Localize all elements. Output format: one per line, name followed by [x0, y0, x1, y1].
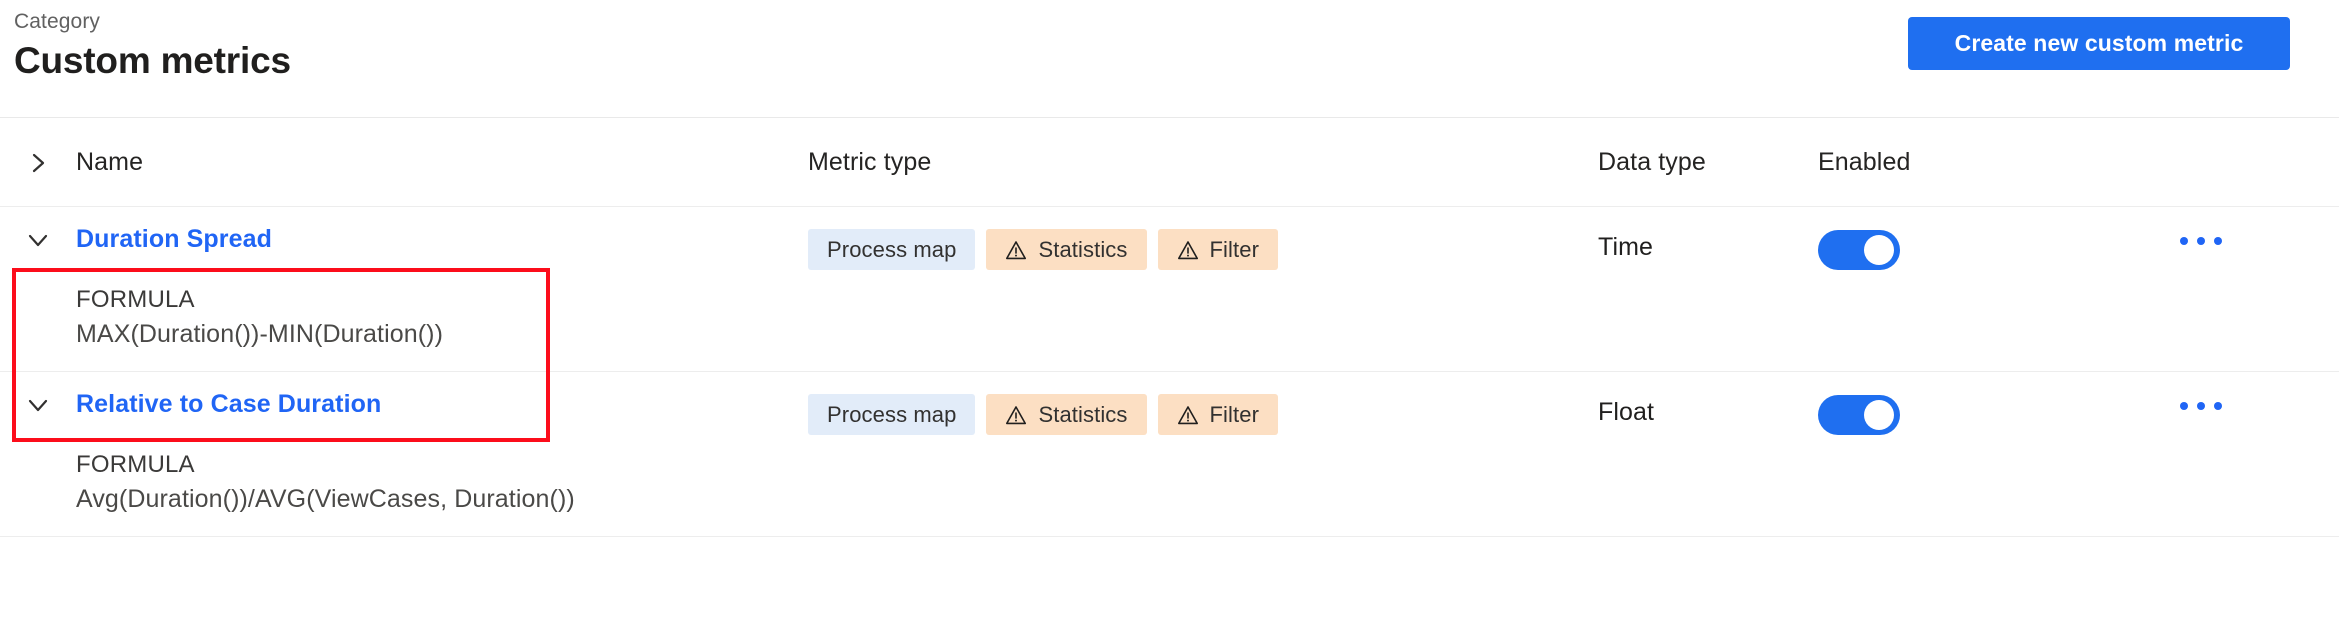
column-header-data-type[interactable]: Data type	[1598, 148, 1818, 177]
row-name-cell: Relative to Case Duration FORMULA Avg(Du…	[76, 372, 808, 536]
metric-name-link[interactable]: Duration Spread	[76, 225, 272, 254]
enabled-toggle[interactable]	[1818, 395, 1900, 435]
chevron-right-icon[interactable]	[25, 150, 51, 176]
ellipsis-dot	[2197, 402, 2205, 410]
warning-triangle-icon	[1177, 240, 1198, 259]
ellipsis-dot	[2180, 237, 2188, 245]
row-name-cell: Duration Spread FORMULA MAX(Duration())-…	[76, 207, 808, 371]
ellipsis-dot	[2214, 402, 2222, 410]
enabled-toggle-wrap	[1818, 372, 2158, 435]
formula-value: MAX(Duration())-MIN(Duration())	[76, 320, 444, 348]
row-actions-cell	[2158, 207, 2339, 371]
row-enabled-cell	[1818, 372, 2158, 536]
enabled-toggle[interactable]	[1818, 230, 1900, 270]
warning-triangle-icon	[1177, 405, 1198, 424]
badge-statistics: Statistics	[986, 394, 1147, 435]
badge-filter: Filter	[1157, 394, 1279, 435]
badge-label: Filter	[1209, 401, 1260, 427]
formula-value: Avg(Duration())/AVG(ViewCases, Duration(…	[76, 485, 575, 513]
toggle-knob	[1864, 235, 1894, 265]
badge-label: Statistics	[1038, 236, 1128, 262]
badge-label: Process map	[827, 401, 957, 427]
column-header-metric-type[interactable]: Metric type	[808, 148, 1598, 177]
badge-process-map: Process map	[808, 229, 976, 270]
badge-statistics: Statistics	[986, 229, 1147, 270]
row-enabled-cell	[1818, 207, 2158, 371]
metric-name-link[interactable]: Relative to Case Duration	[76, 390, 381, 419]
ellipsis-dot	[2214, 237, 2222, 245]
data-type-value: Time	[1598, 233, 1654, 261]
metric-type-badges: Process map Statistics Filter	[808, 207, 1598, 270]
header-text-block: Category Custom metrics	[14, 8, 291, 84]
badge-label: Filter	[1209, 236, 1260, 262]
ellipsis-horizontal-icon[interactable]	[2180, 372, 2240, 536]
warning-triangle-icon	[1006, 405, 1027, 424]
badge-process-map: Process map	[808, 394, 976, 435]
table-header-row: Name Metric type Data type Enabled	[0, 118, 2339, 206]
row-data-type-cell: Time	[1598, 207, 1818, 371]
warning-triangle-icon	[1006, 240, 1027, 259]
metric-type-badges: Process map Statistics Filter	[808, 372, 1598, 435]
table-row: Relative to Case Duration FORMULA Avg(Du…	[0, 371, 2339, 537]
formula-label: FORMULA	[76, 451, 195, 478]
row-metric-type-cell: Process map Statistics Filter	[808, 207, 1598, 371]
row-actions-cell	[2158, 372, 2339, 536]
data-type-value: Float	[1598, 398, 1655, 426]
badge-label: Statistics	[1038, 401, 1128, 427]
row-data-type-cell: Float	[1598, 372, 1818, 536]
expand-all-cell[interactable]	[0, 148, 76, 176]
row-metric-type-cell: Process map Statistics Filter	[808, 372, 1598, 536]
enabled-toggle-wrap	[1818, 207, 2158, 270]
category-label: Category	[14, 10, 101, 33]
custom-metrics-table: Name Metric type Data type Enabled Durat…	[0, 118, 2339, 537]
column-header-name[interactable]: Name	[76, 148, 808, 177]
chevron-down-icon[interactable]	[25, 227, 51, 253]
page-title: Custom metrics	[14, 40, 291, 81]
row-expand-toggle[interactable]	[0, 207, 76, 371]
row-expand-toggle[interactable]	[0, 372, 76, 536]
formula-label: FORMULA	[76, 286, 195, 313]
toggle-knob	[1864, 400, 1894, 430]
chevron-down-icon[interactable]	[25, 392, 51, 418]
column-header-enabled[interactable]: Enabled	[1818, 148, 2158, 177]
badge-label: Process map	[827, 236, 957, 262]
table-row: Duration Spread FORMULA MAX(Duration())-…	[0, 206, 2339, 371]
ellipsis-dot	[2197, 237, 2205, 245]
ellipsis-horizontal-icon[interactable]	[2180, 207, 2240, 371]
ellipsis-dot	[2180, 402, 2188, 410]
page-header: Category Custom metrics Create new custo…	[0, 0, 2339, 118]
badge-filter: Filter	[1157, 229, 1279, 270]
create-new-custom-metric-button[interactable]: Create new custom metric	[1908, 17, 2290, 70]
